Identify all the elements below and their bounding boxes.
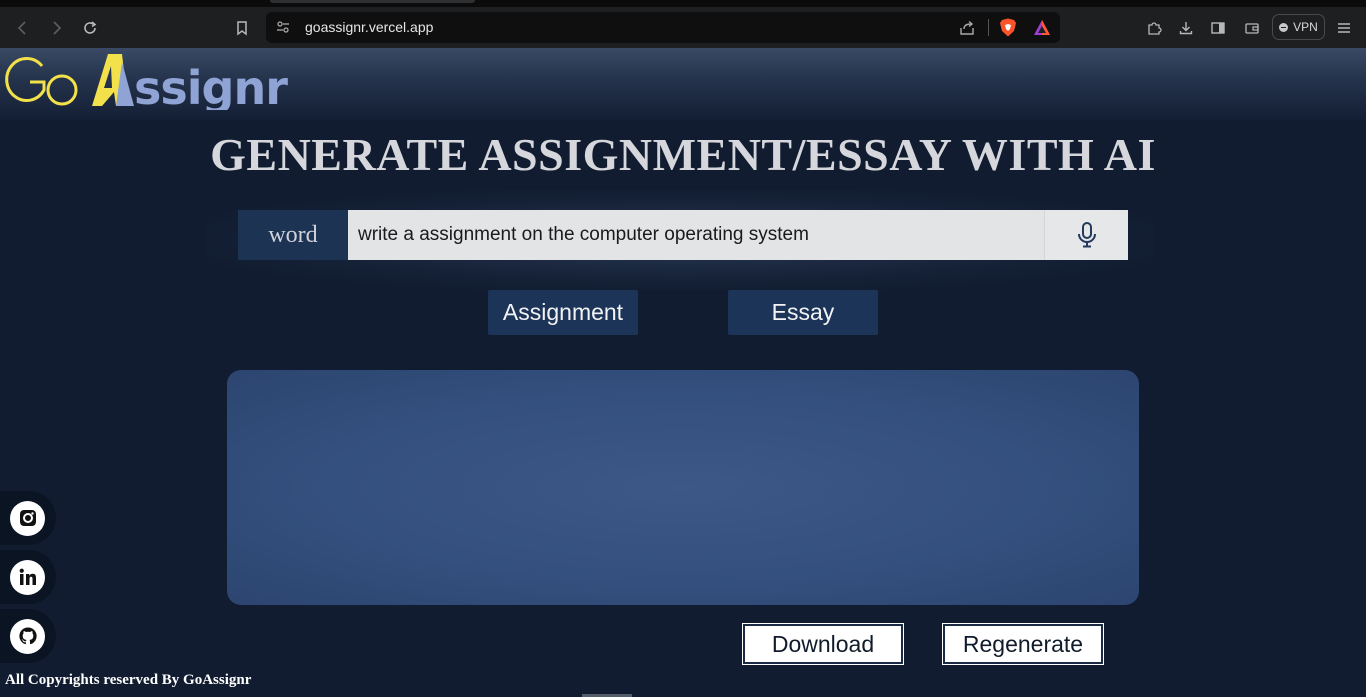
instagram-link[interactable] bbox=[0, 491, 56, 545]
prompt-label: word bbox=[238, 210, 348, 260]
url-text[interactable]: goassignr.vercel.app bbox=[305, 19, 433, 35]
download-button[interactable]: Download bbox=[743, 624, 903, 664]
github-link[interactable] bbox=[0, 609, 56, 663]
svg-text:ssignr: ssignr bbox=[134, 61, 288, 110]
downloads-icon[interactable] bbox=[1174, 16, 1198, 40]
page-title: GENERATE ASSIGNMENT/ESSAY WITH AI bbox=[210, 129, 1156, 180]
essay-button[interactable]: Essay bbox=[728, 290, 878, 335]
voice-input-button[interactable] bbox=[1044, 210, 1128, 260]
address-bar[interactable]: goassignr.vercel.app bbox=[266, 12, 1060, 43]
menu-icon[interactable] bbox=[1332, 16, 1356, 40]
brave-shields-icon[interactable] bbox=[999, 18, 1017, 37]
footer-copyright: All Copyrights reserved By GoAssignr bbox=[5, 672, 252, 688]
vpn-label: VPN bbox=[1293, 20, 1318, 34]
brave-rewards-icon[interactable] bbox=[1033, 19, 1051, 36]
sidebar-icon[interactable] bbox=[1206, 16, 1230, 40]
share-icon[interactable] bbox=[958, 19, 976, 37]
vpn-button[interactable]: VPN bbox=[1272, 14, 1325, 40]
site-logo[interactable]: ssignr bbox=[4, 48, 289, 110]
linkedin-icon bbox=[10, 559, 45, 595]
back-icon[interactable] bbox=[11, 16, 35, 40]
forward-icon[interactable] bbox=[44, 16, 68, 40]
assignment-button[interactable]: Assignment bbox=[488, 290, 638, 335]
extensions-icon[interactable] bbox=[1142, 16, 1166, 40]
linkedin-link[interactable] bbox=[0, 550, 56, 604]
microphone-icon bbox=[1077, 222, 1096, 248]
prompt-bar: word bbox=[238, 210, 1128, 260]
browser-tabstrip bbox=[0, 0, 1366, 7]
bookmark-icon[interactable] bbox=[230, 16, 254, 40]
prompt-input[interactable] bbox=[348, 210, 1044, 260]
regenerate-button[interactable]: Regenerate bbox=[943, 624, 1103, 664]
wallet-icon[interactable] bbox=[1240, 16, 1264, 40]
output-area[interactable] bbox=[227, 370, 1139, 605]
address-bar-divider bbox=[988, 19, 989, 36]
vpn-status-icon bbox=[1279, 22, 1289, 32]
site-header: ssignr bbox=[0, 48, 1366, 120]
browser-toolbar: goassignr.vercel.app VPN bbox=[0, 7, 1366, 48]
site-settings-icon[interactable] bbox=[276, 20, 290, 34]
instagram-icon bbox=[10, 500, 45, 536]
page: ssignr GENERATE ASSIGNMENT/ESSAY WITH AI… bbox=[0, 48, 1366, 697]
reload-icon[interactable] bbox=[78, 16, 102, 40]
github-icon bbox=[10, 618, 45, 654]
active-tab-indicator[interactable] bbox=[270, 0, 475, 3]
